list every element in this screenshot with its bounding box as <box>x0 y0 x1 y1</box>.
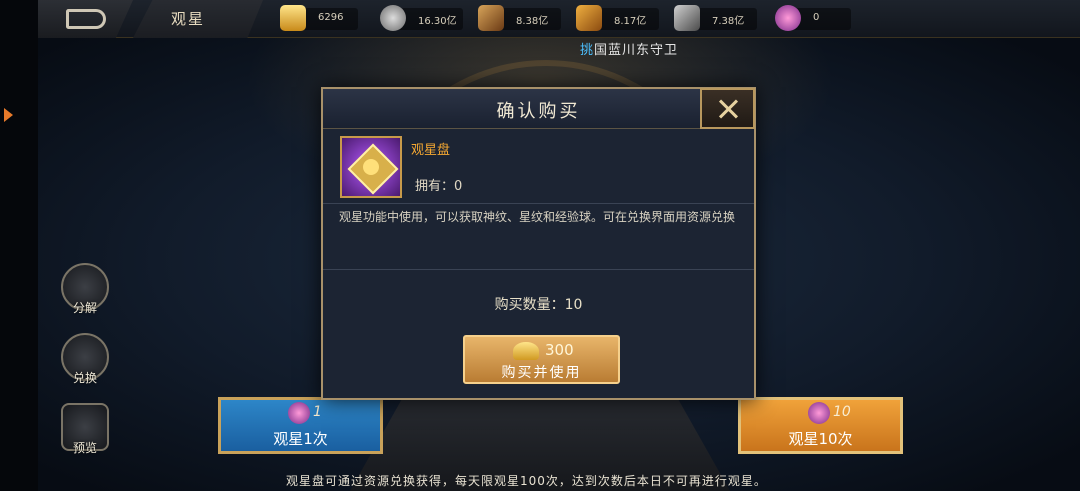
divider <box>323 269 754 270</box>
expand-arrow-icon[interactable] <box>0 95 20 135</box>
purchase-quantity: 购买数量：10 <box>494 297 583 313</box>
resource-token[interactable]: 8.17亿 <box>576 5 659 31</box>
resource-iron[interactable]: 7.38亿 <box>674 5 757 31</box>
sidebar-item-label: 预览 <box>72 441 97 455</box>
resource-scroll[interactable]: 8.38亿 <box>478 5 561 31</box>
resource-gold[interactable]: 6296 <box>280 5 358 31</box>
resource-iron-value: 7.38亿 <box>712 16 745 27</box>
screen-title: 观星 <box>133 0 263 38</box>
resource-silver[interactable]: 16.30亿 <box>380 5 463 31</box>
buy-button-label: 购买并使用 <box>501 365 582 381</box>
iron-icon <box>674 5 700 31</box>
buy-and-use-button[interactable]: 300 购买并使用 <box>463 335 620 384</box>
divider <box>323 203 754 204</box>
sidebar-item-preview[interactable]: 预览 <box>60 403 110 463</box>
observe-once-cost: 1 <box>313 404 322 420</box>
sidebar-item-decompose[interactable]: 分解 <box>60 263 110 323</box>
observe-ten-label: 观星10次 <box>788 430 853 448</box>
sidebar-item-label: 兑换 <box>72 371 97 385</box>
resource-scroll-value: 8.38亿 <box>516 16 549 27</box>
sidebar-item-exchange[interactable]: 兑换 <box>60 333 110 393</box>
left-edge-strip <box>0 0 38 491</box>
dialog-title: 确认购买 <box>496 101 581 122</box>
resource-star-gem[interactable]: 0 <box>775 5 851 31</box>
star-gem-icon <box>288 402 310 424</box>
back-icon <box>66 9 106 29</box>
resource-token-value: 8.17亿 <box>614 16 647 27</box>
resource-silver-value: 16.30亿 <box>418 16 457 27</box>
scroll-icon <box>478 5 504 31</box>
dialog-header: 确认购买 <box>323 89 754 129</box>
observe-ten-button[interactable]: 10 观星10次 <box>738 397 903 454</box>
token-icon <box>576 5 602 31</box>
sidebar-item-label: 分解 <box>72 301 97 315</box>
item-description: 观星功能中使用，可以获取神纹、星纹和经验球。可在兑换界面用资源兑换 <box>339 210 736 224</box>
observe-once-label: 观星1次 <box>273 430 328 448</box>
silver-coin-icon <box>380 5 406 31</box>
star-plate-icon <box>340 136 402 198</box>
resource-star-gem-value: 0 <box>813 12 820 23</box>
observe-ten-cost: 10 <box>833 404 851 420</box>
bottom-hint: 观星盘可通过资源兑换获得，每天限观星100次，达到次数后本日不可再进行观星。 <box>286 474 767 488</box>
star-gem-icon <box>775 5 801 31</box>
marquee-highlight: 挑 <box>580 43 595 58</box>
observe-once-button[interactable]: 1 观星1次 <box>218 397 383 454</box>
screen-title-text: 观星 <box>171 10 206 28</box>
resource-gold-value: 6296 <box>318 12 344 23</box>
marquee-notice: 挑国蓝川东守卫 <box>580 39 730 58</box>
item-name: 观星盘 <box>411 143 451 158</box>
star-gem-icon <box>808 402 830 424</box>
close-button[interactable] <box>700 88 755 129</box>
marquee-text: 国蓝川东守卫 <box>594 43 679 58</box>
confirm-purchase-dialog: 确认购买 观星盘 拥有：0 观星功能中使用，可以获取神纹、星纹和经验球。可在兑换… <box>321 87 756 400</box>
gold-ingot-icon <box>513 342 539 360</box>
item-owned-count: 拥有：0 <box>415 179 463 194</box>
buy-price: 300 <box>545 341 574 359</box>
gold-ingot-icon <box>280 5 306 31</box>
top-bar: 观星 6296 16.30亿 8.38亿 8.17亿 7.38亿 0 <box>38 0 1080 38</box>
back-button[interactable] <box>38 0 133 38</box>
